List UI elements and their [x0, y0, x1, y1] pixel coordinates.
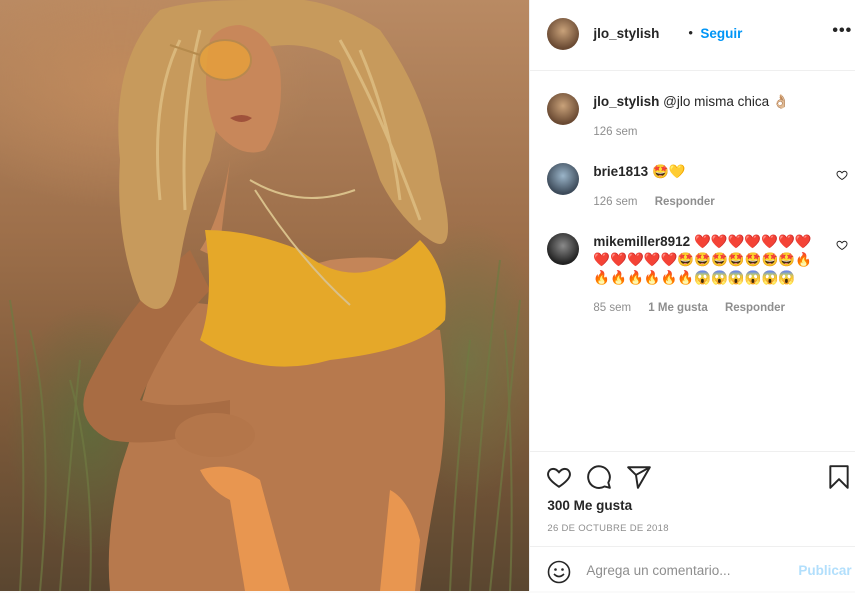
comment-text: @jlo misma chica 👌🏼	[663, 94, 790, 109]
commenter-username[interactable]: brie1813	[593, 164, 648, 179]
commenter-avatar[interactable]	[547, 163, 580, 195]
follow-button[interactable]: Seguir	[700, 26, 742, 41]
comment-input[interactable]	[586, 559, 787, 581]
paper-plane-icon[interactable]	[626, 464, 652, 490]
photo-illustration	[9, 0, 521, 591]
post-actions: 300 Me gusta 26 DE OCTUBRE DE 2018 Publi…	[530, 451, 855, 592]
likes-count[interactable]: 300 Me gusta	[547, 498, 632, 513]
comment-like-heart-icon[interactable]	[836, 169, 848, 181]
smiley-icon[interactable]	[547, 560, 571, 584]
post-modal: jlo_stylish • Seguir ••• jlo_stylish @jl…	[0, 0, 855, 591]
comment-time[interactable]: 85 sem	[593, 302, 631, 314]
bookmark-icon[interactable]	[826, 464, 852, 490]
reply-button[interactable]: Responder	[725, 302, 785, 314]
comments-list: jlo_stylish @jlo misma chica 👌🏼 126 sem …	[530, 71, 855, 451]
speech-bubble-icon[interactable]	[586, 464, 612, 490]
commenter-avatar[interactable]	[547, 93, 580, 125]
comment-like-heart-icon[interactable]	[836, 239, 848, 251]
author-username[interactable]: jlo_stylish	[593, 26, 659, 41]
post-header: jlo_stylish • Seguir •••	[530, 0, 855, 71]
commenter-avatar[interactable]	[547, 233, 580, 265]
comment-time[interactable]: 126 sem	[593, 126, 637, 138]
comment-time[interactable]: 126 sem	[593, 196, 637, 208]
add-comment-bar: Publicar	[530, 546, 855, 593]
comment-text: 🤩💛	[651, 164, 686, 179]
author-avatar[interactable]	[547, 18, 580, 50]
post-photo[interactable]	[0, 0, 530, 591]
header-separator: •	[688, 25, 693, 40]
commenter-username[interactable]: jlo_stylish	[593, 94, 659, 109]
comment-likes-count[interactable]: 1 Me gusta	[648, 302, 707, 314]
commenter-username[interactable]: mikemiller8912	[593, 234, 690, 249]
more-options-icon[interactable]: •••	[832, 22, 852, 40]
post-date[interactable]: 26 DE OCTUBRE DE 2018	[547, 523, 668, 534]
post-sidebar: jlo_stylish • Seguir ••• jlo_stylish @jl…	[529, 0, 855, 591]
heart-outline-icon[interactable]	[546, 464, 572, 490]
reply-button[interactable]: Responder	[655, 196, 715, 208]
publish-button[interactable]: Publicar	[798, 563, 851, 578]
